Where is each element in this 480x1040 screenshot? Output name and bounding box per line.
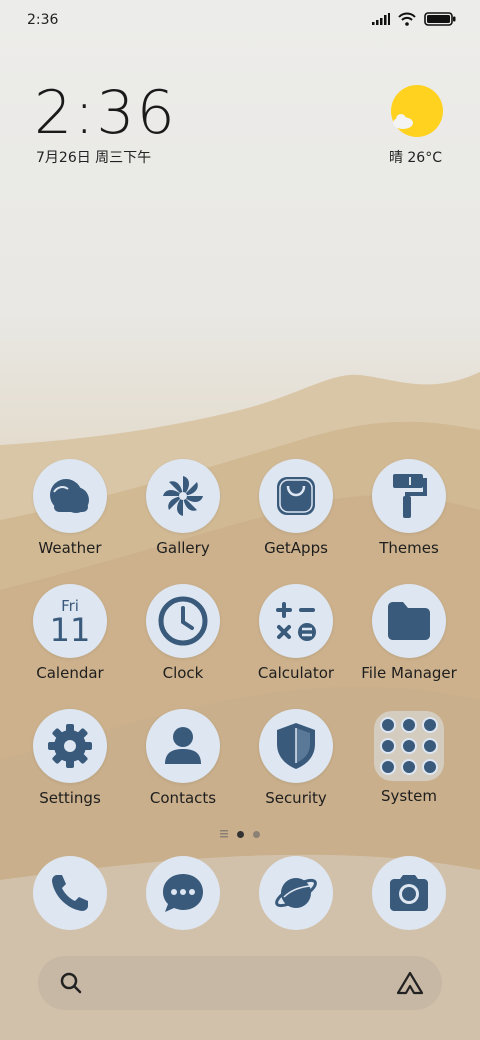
app-label: Calendar — [36, 664, 104, 682]
app-label: Gallery — [156, 539, 210, 557]
app-label: Settings — [39, 789, 101, 807]
app-file-manager-icon-bg — [372, 584, 446, 658]
search-bar[interactable] — [38, 956, 442, 1010]
app-getapps[interactable]: GetApps — [241, 459, 351, 569]
mini-app-icon — [380, 759, 396, 775]
app-label: Security — [265, 789, 327, 807]
signal-icon — [372, 13, 390, 25]
page-dot-active — [237, 830, 244, 838]
gear-icon — [48, 724, 92, 768]
app-security-icon-bg — [259, 709, 333, 783]
person-icon — [165, 727, 201, 764]
menu-lines-icon — [220, 830, 228, 838]
app-label: Calculator — [257, 664, 335, 682]
mini-app-icon — [380, 738, 396, 754]
app-weather[interactable]: Weather — [15, 459, 125, 569]
status-time: 2:36 — [27, 12, 59, 28]
app-gallery[interactable]: Gallery — [128, 459, 238, 569]
mini-app-icon — [401, 738, 417, 754]
page-indicator[interactable] — [0, 830, 480, 838]
weather-sun-icon[interactable] — [390, 84, 444, 138]
app-settings[interactable]: Settings — [15, 709, 125, 819]
phone-icon — [52, 875, 88, 911]
paint-roller-icon — [393, 474, 427, 518]
calculator-icon — [276, 602, 316, 641]
cloud-icon — [50, 479, 89, 513]
mini-app-icon — [401, 759, 417, 775]
app-file-manager[interactable]: File Manager — [354, 584, 464, 694]
app-calendar[interactable]: Fri 11 Calendar — [15, 584, 125, 694]
app-calculator-icon-bg — [259, 584, 333, 658]
mini-app-icon — [401, 717, 417, 733]
app-clock[interactable]: Clock — [128, 584, 238, 694]
status-icons — [372, 12, 456, 26]
mini-app-icon — [422, 759, 438, 775]
app-label: Weather — [38, 539, 102, 557]
system-folder-grid — [374, 711, 444, 781]
battery-icon — [424, 12, 456, 26]
mini-app-icon — [422, 738, 438, 754]
app-label: File Manager — [361, 664, 457, 682]
search-icon — [60, 972, 82, 994]
page-dot — [253, 830, 260, 838]
dock-camera[interactable] — [372, 856, 446, 930]
app-contacts-icon-bg — [146, 709, 220, 783]
app-label: Themes — [379, 539, 439, 557]
app-weather-icon-bg — [33, 459, 107, 533]
status-bar: 2:36 — [0, 0, 480, 44]
clock-icon — [158, 596, 208, 646]
wifi-icon — [398, 12, 416, 26]
app-themes[interactable]: Themes — [354, 459, 464, 569]
shield-icon — [277, 723, 315, 769]
app-gallery-icon-bg — [146, 459, 220, 533]
clock-widget-time[interactable]: 2:36 — [34, 78, 177, 148]
app-label: Contacts — [149, 789, 217, 807]
calendar-date: 11 — [49, 611, 91, 649]
mini-app-icon — [380, 717, 396, 733]
app-getapps-icon-bg — [259, 459, 333, 533]
app-label: GetApps — [264, 539, 328, 557]
app-calendar-icon-bg: Fri 11 — [33, 584, 107, 658]
message-icon — [163, 874, 203, 912]
app-settings-icon-bg — [33, 709, 107, 783]
dock-browser[interactable] — [259, 856, 333, 930]
app-clock-icon-bg — [146, 584, 220, 658]
app-label: Clock — [162, 664, 204, 682]
browser-planet-icon — [275, 878, 317, 908]
mini-app-icon — [422, 717, 438, 733]
clock-widget-date[interactable]: 7月26日 周三下午 — [36, 147, 151, 167]
folder-system[interactable]: System — [354, 709, 464, 819]
folder-icon — [388, 602, 430, 640]
dock-messages[interactable] — [146, 856, 220, 930]
camera-icon — [390, 875, 428, 911]
assistant-icon[interactable] — [396, 971, 424, 995]
shopping-bag-icon — [277, 477, 315, 515]
app-label: System — [381, 787, 437, 805]
app-security[interactable]: Security — [241, 709, 351, 819]
app-calculator[interactable]: Calculator — [241, 584, 351, 694]
dock-phone[interactable] — [33, 856, 107, 930]
app-contacts[interactable]: Contacts — [128, 709, 238, 819]
weather-widget-text[interactable]: 晴 26°C — [389, 147, 442, 167]
app-themes-icon-bg — [372, 459, 446, 533]
pinwheel-icon — [163, 476, 203, 516]
